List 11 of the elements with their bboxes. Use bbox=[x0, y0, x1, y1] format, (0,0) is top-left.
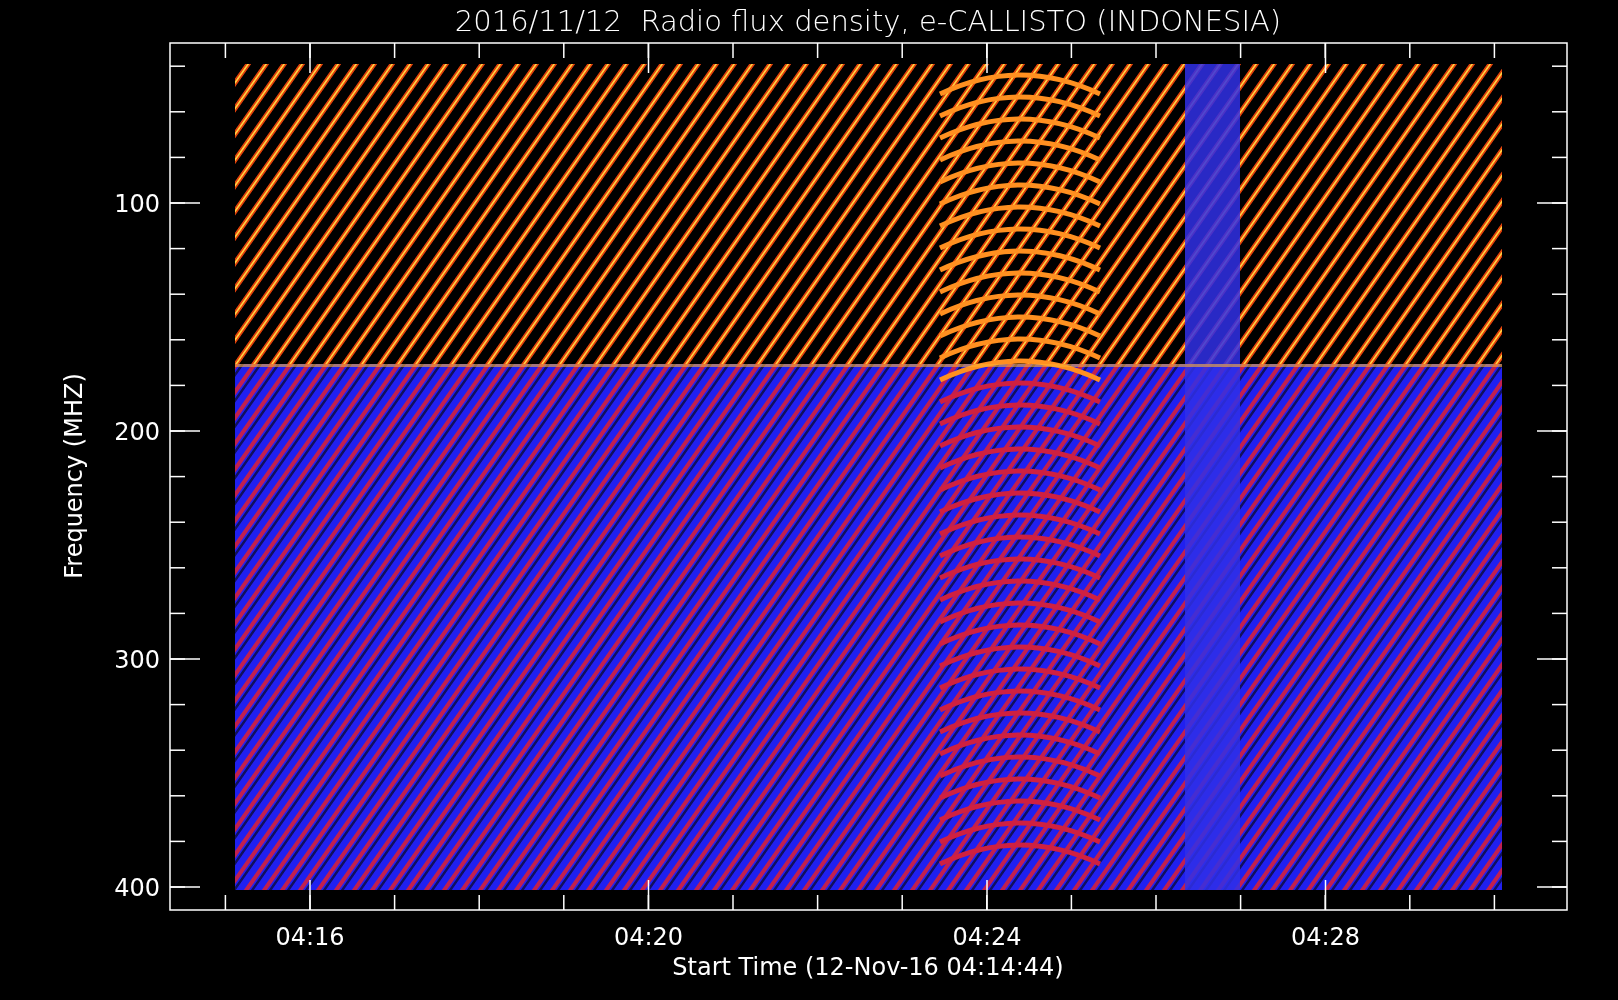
x-tick-label: 04:24 bbox=[952, 923, 1022, 951]
x-tick-label: 04:16 bbox=[275, 923, 345, 951]
x-tick-label: 04:20 bbox=[613, 923, 684, 951]
x-axis-label: Start Time (12-Nov-16 04:14:44) bbox=[672, 953, 1064, 981]
y-tick-label: 300 bbox=[114, 646, 160, 674]
x-tick-label: 04:28 bbox=[1290, 923, 1361, 951]
y-tick-label: 100 bbox=[114, 190, 160, 218]
chart-title: 2016/11/12 Radio flux density, e-CALLISTO (INDONESIA) bbox=[454, 4, 1282, 38]
y-tick-label: 400 bbox=[114, 874, 160, 902]
y-axis-label: Frequency (MHZ) bbox=[60, 373, 88, 579]
y-tick-label: 200 bbox=[114, 418, 160, 446]
